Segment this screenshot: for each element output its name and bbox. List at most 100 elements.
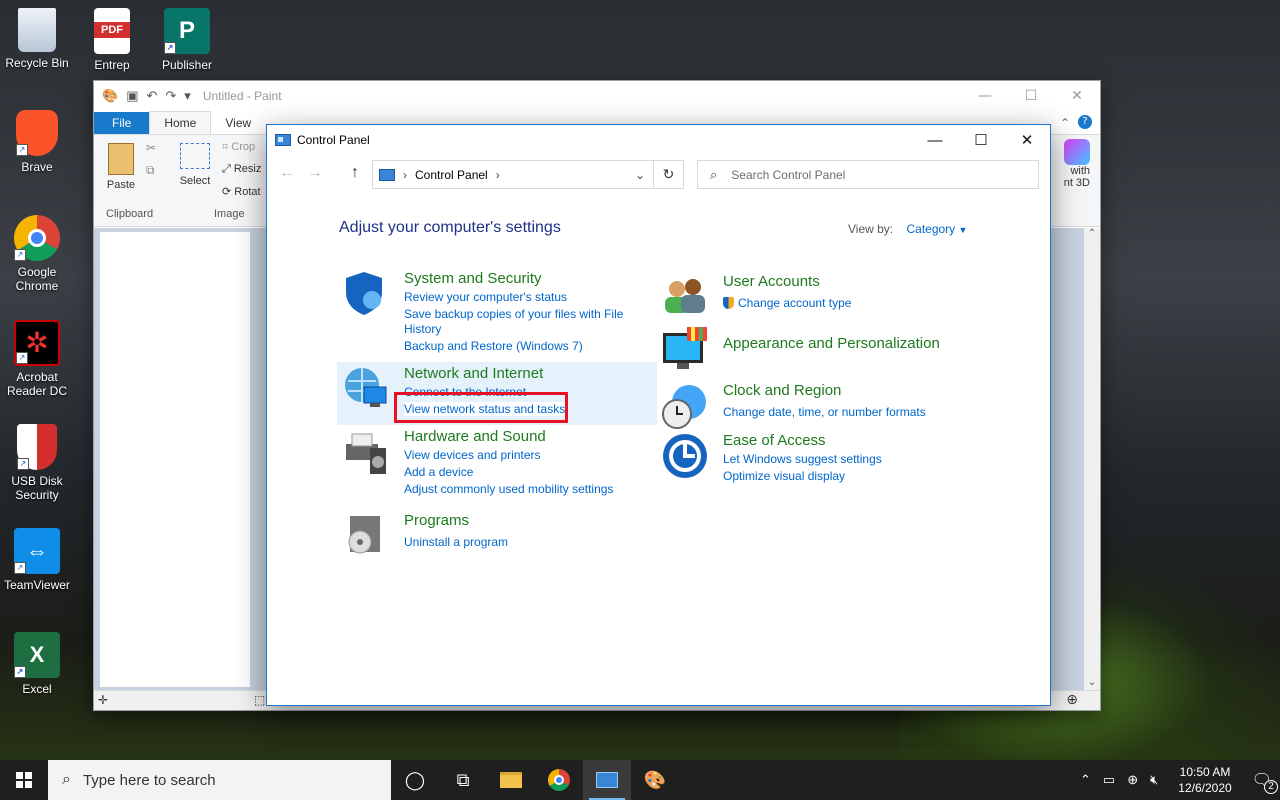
address-dropdown-icon[interactable]: ⌄	[635, 168, 645, 182]
control-panel-taskbar-icon[interactable]	[583, 760, 631, 800]
show-hidden-icons-icon[interactable]: ⌃	[1080, 772, 1091, 788]
rotate-button[interactable]: ⟳ Rotat	[222, 185, 261, 198]
category-title[interactable]: Appearance and Personalization	[723, 335, 940, 352]
tab-view[interactable]: View	[211, 112, 265, 134]
link-review-status[interactable]: Review your computer's status	[404, 290, 567, 304]
desktop-icon-entrep[interactable]: PDF Entrep	[75, 8, 149, 72]
category-title[interactable]: Clock and Region	[723, 382, 841, 399]
network-globe-icon[interactable]	[342, 365, 390, 413]
undo-icon[interactable]: ↶	[146, 88, 157, 104]
collapse-ribbon-icon[interactable]: ⌃	[1052, 116, 1078, 134]
crop-button[interactable]: ⌗ Crop	[222, 141, 255, 154]
link-backup-restore[interactable]: Backup and Restore (Windows 7)	[404, 339, 583, 353]
task-view-icon[interactable]: ⧉	[439, 760, 487, 800]
category-title[interactable]: Hardware and Sound	[404, 428, 546, 445]
ease-of-access-icon[interactable]	[661, 432, 709, 480]
link-change-account-type[interactable]: Change account type	[723, 296, 851, 310]
category-title[interactable]: Programs	[404, 512, 469, 529]
up-button[interactable]: ↑	[351, 164, 359, 182]
control-panel-window[interactable]: Control Panel — ☐ ✕ ← → ↑ › Control Pane…	[266, 124, 1051, 706]
volume-muted-icon[interactable]: 🔇︎	[1150, 772, 1158, 788]
excel-icon: X ↗	[14, 632, 60, 678]
paint-title-text: Untitled - Paint	[202, 89, 282, 103]
crop-icon: ⌗	[222, 141, 232, 153]
view-by-dropdown[interactable]: Category ▼	[906, 222, 967, 236]
address-bar[interactable]: › Control Panel › ⌄	[372, 160, 654, 189]
maximize-button[interactable]: ☐	[1008, 81, 1054, 111]
back-button[interactable]: ←	[279, 164, 295, 182]
maximize-button[interactable]: ☐	[958, 125, 1004, 155]
customize-icon[interactable]: ▾	[184, 88, 191, 104]
notification-center-icon[interactable]: 🗨︎ 2	[1252, 770, 1278, 794]
resize-button[interactable]: ⤢ Resiz	[222, 163, 261, 176]
chrome-taskbar-icon[interactable]	[535, 760, 583, 800]
tab-home[interactable]: Home	[149, 111, 212, 134]
link-windows-suggest-settings[interactable]: Let Windows suggest settings	[723, 452, 882, 466]
uac-shield-icon	[723, 297, 734, 309]
paste-button[interactable]: Paste	[106, 143, 136, 191]
desktop-icon-publisher[interactable]: P ↗ Publisher	[150, 8, 224, 72]
shield-icon[interactable]	[342, 270, 390, 318]
breadcrumb-chevron-icon[interactable]: ›	[403, 168, 407, 182]
cut-icon[interactable]: ✂	[146, 141, 156, 155]
paint-taskbar-icon[interactable]: 🎨	[631, 760, 679, 800]
link-save-backup-continued[interactable]: History	[404, 322, 441, 336]
category-title[interactable]: User Accounts	[723, 273, 820, 290]
desktop-icon-acrobat[interactable]: ✲ ↗ Acrobat Reader DC	[0, 320, 74, 398]
copy-icon[interactable]: ⧉	[146, 163, 155, 178]
battery-icon[interactable]: ▭	[1103, 772, 1115, 788]
redo-icon[interactable]: ↷	[165, 88, 176, 104]
category-title[interactable]: Network and Internet	[404, 365, 543, 382]
link-mobility-settings[interactable]: Adjust commonly used mobility settings	[404, 482, 613, 496]
pdf-file-icon: PDF	[94, 8, 130, 54]
link-add-device[interactable]: Add a device	[404, 465, 473, 479]
programs-disc-icon[interactable]	[342, 512, 390, 560]
start-button[interactable]	[0, 760, 48, 800]
desktop-icon-chrome[interactable]: ↗ Google Chrome	[0, 215, 74, 293]
desktop-icon-label: Brave	[21, 160, 53, 174]
link-date-time-formats[interactable]: Change date, time, or number formats	[723, 405, 926, 419]
minimize-button[interactable]: —	[912, 125, 958, 155]
desktop-icon-recycle-bin[interactable]: Recycle Bin	[0, 8, 74, 70]
edit-with-paint-3d-button[interactable]: with nt 3D	[1052, 139, 1090, 189]
paint-titlebar[interactable]: 🎨 ▣ ↶ ↷ ▾ Untitled - Paint	[94, 81, 1100, 111]
category-title[interactable]: Ease of Access	[723, 432, 826, 449]
link-save-backup[interactable]: Save backup copies of your files with Fi…	[404, 307, 623, 321]
clock-globe-icon[interactable]	[661, 382, 709, 430]
monitor-palette-icon[interactable]	[661, 325, 709, 373]
clock-date: 12/6/2020	[1178, 781, 1232, 795]
printer-icon[interactable]	[342, 428, 390, 476]
taskbar-search-box[interactable]: ⌕ Type here to search	[48, 760, 391, 800]
zoom-in-icon[interactable]: ⊕	[1066, 692, 1078, 708]
minimize-button[interactable]: —	[962, 81, 1008, 111]
link-view-devices[interactable]: View devices and printers	[404, 448, 541, 462]
desktop-icon-usb-disk-security[interactable]: ↗ USB Disk Security	[0, 424, 74, 502]
refresh-button[interactable]: ↻	[654, 160, 684, 189]
vertical-scrollbar[interactable]: ⌃ ⌄	[1084, 228, 1100, 690]
link-optimize-visual-display[interactable]: Optimize visual display	[723, 469, 845, 483]
cortana-icon[interactable]: ◯	[391, 760, 439, 800]
desktop-icon-label: Excel	[22, 682, 52, 696]
help-icon[interactable]: ?	[1078, 115, 1092, 129]
users-icon[interactable]	[661, 273, 709, 321]
breadcrumb-chevron-icon[interactable]: ›	[496, 168, 500, 182]
select-button[interactable]: Select	[178, 143, 212, 187]
forward-button[interactable]: →	[307, 164, 323, 182]
breadcrumb-control-panel[interactable]: Control Panel	[415, 168, 488, 182]
clock[interactable]: 10:50 AM 12/6/2020	[1170, 764, 1239, 796]
desktop-icon-teamviewer[interactable]: ⇔ ↗ TeamViewer	[0, 528, 74, 592]
acrobat-icon: ✲ ↗	[14, 320, 60, 366]
category-title[interactable]: System and Security	[404, 270, 542, 287]
link-uninstall-program[interactable]: Uninstall a program	[404, 535, 508, 549]
network-icon[interactable]: ⊕	[1127, 772, 1138, 788]
tab-file[interactable]: File	[94, 112, 150, 134]
close-button[interactable]: ✕	[1004, 125, 1050, 155]
file-explorer-icon[interactable]	[487, 760, 535, 800]
windows-logo-icon	[16, 772, 32, 788]
desktop-icon-excel[interactable]: X ↗ Excel	[0, 632, 74, 696]
save-icon[interactable]: ▣	[126, 88, 138, 104]
desktop-icon-brave[interactable]: ↗ Brave	[0, 110, 74, 174]
close-button[interactable]: ✕	[1054, 81, 1100, 111]
search-input[interactable]: ⌕ Search Control Panel	[697, 160, 1039, 189]
paint-canvas[interactable]	[100, 232, 250, 687]
